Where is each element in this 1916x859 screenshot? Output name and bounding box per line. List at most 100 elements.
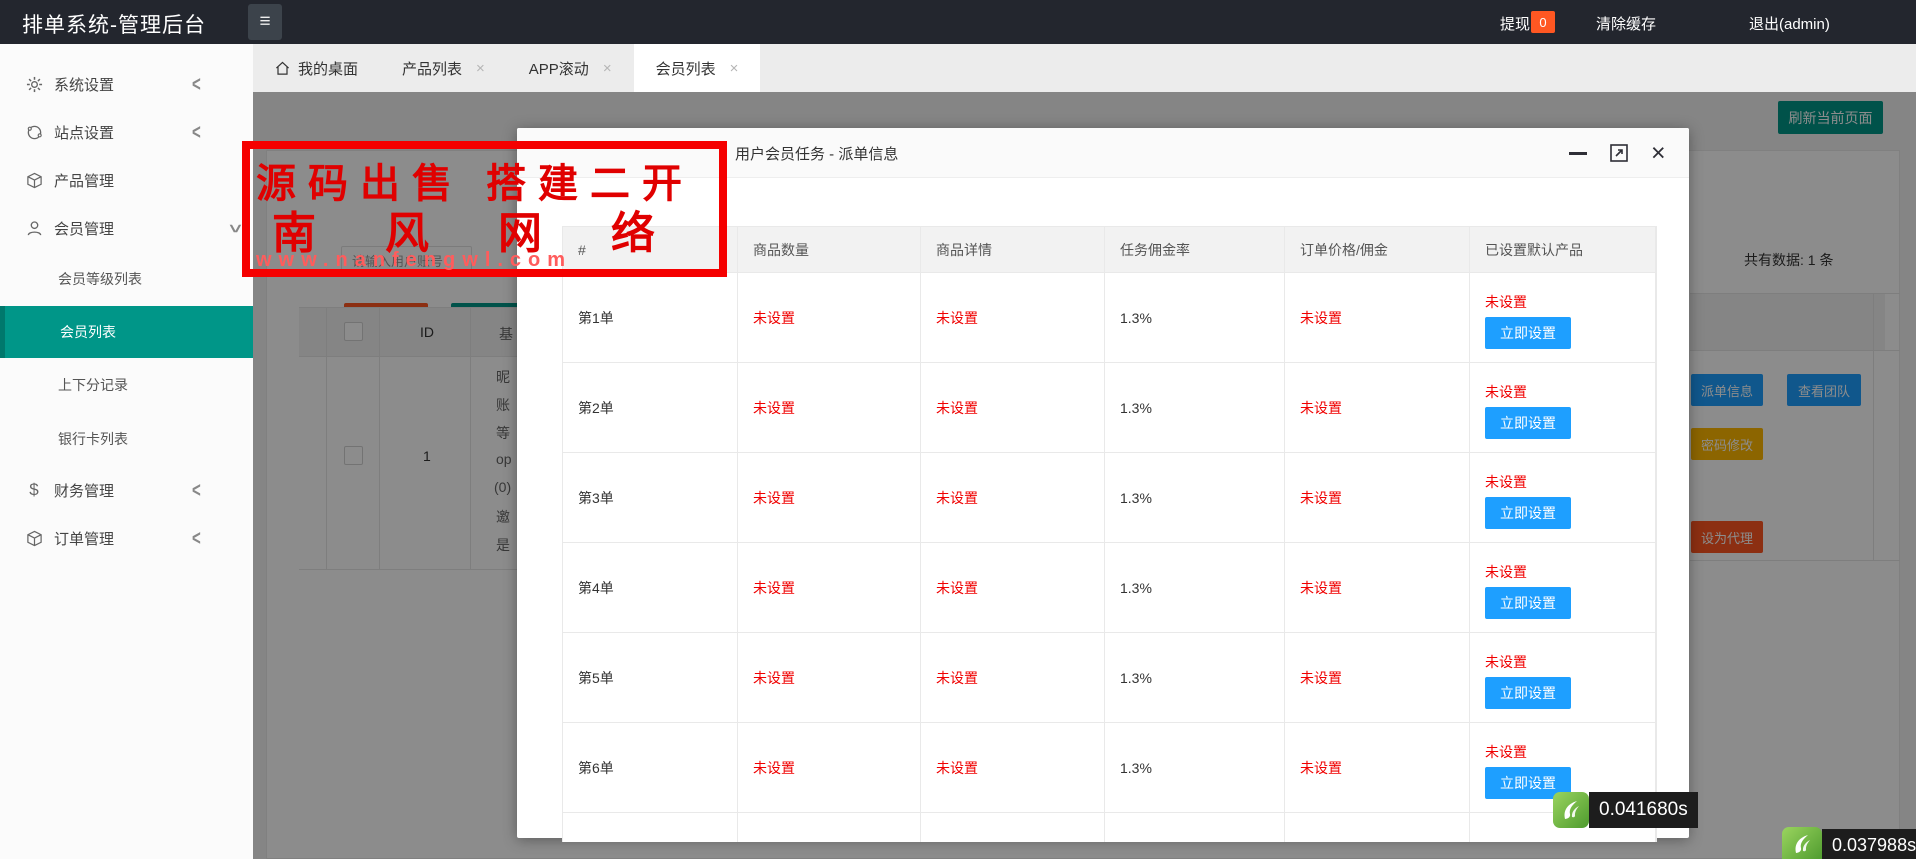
price-cell xyxy=(1285,813,1470,842)
thinkphp-leaf-icon xyxy=(1782,827,1822,859)
tab-desktop[interactable]: 我的桌面 xyxy=(253,44,380,92)
tab-label: 产品列表 xyxy=(402,58,462,79)
order-cell: 第1单 xyxy=(563,273,738,362)
rate-cell: 1.3% xyxy=(1105,723,1285,812)
user-icon xyxy=(24,220,44,237)
rate-cell: 1.3% xyxy=(1105,543,1285,632)
price-cell: 未设置 xyxy=(1285,273,1470,362)
set-now-button[interactable]: 立即设置 xyxy=(1485,407,1571,439)
sidebar-item-bank-card-list[interactable]: 银行卡列表 xyxy=(0,412,253,466)
sidebar-item-site-settings[interactable]: 站点设置 < xyxy=(0,108,253,156)
gear-icon xyxy=(24,76,44,93)
detail-cell: 未设置 xyxy=(921,453,1105,542)
tab-label: APP滚动 xyxy=(529,58,589,79)
sidebar-item-label: 系统设置 xyxy=(54,74,114,95)
default-product-cell: 未设置 立即设置 xyxy=(1470,273,1656,362)
minimize-icon[interactable] xyxy=(1569,152,1587,155)
qty-cell xyxy=(738,813,921,842)
qty-cell: 未设置 xyxy=(738,273,921,362)
tab-label: 会员列表 xyxy=(656,58,716,79)
default-product-cell: 未设置 立即设置 xyxy=(1470,453,1656,542)
site-icon xyxy=(24,124,44,141)
default-product-cell: 未设置 立即设置 xyxy=(1470,633,1656,722)
chevron-left-icon: < xyxy=(192,478,201,502)
task-row: 第2单 未设置 未设置 1.3% 未设置 未设置 立即设置 xyxy=(563,363,1656,453)
tab-product-list[interactable]: 产品列表 × xyxy=(380,44,507,92)
order-box-icon xyxy=(24,530,44,547)
withdraw-count-badge: 0 xyxy=(1531,11,1555,33)
default-product-cell: 未设置 立即设置 xyxy=(1470,543,1656,632)
task-dispatch-modal: 用户会员任务 - 派单信息 × # 商品数量 商品详情 任务佣金率 订单价格/佣… xyxy=(517,128,1689,838)
task-row: 第5单 未设置 未设置 1.3% 未设置 未设置 立即设置 xyxy=(563,633,1656,723)
sidebar-item-member-list[interactable]: 会员列表 xyxy=(0,306,253,358)
sidebar-item-label: 站点设置 xyxy=(54,122,114,143)
rate-cell: 1.3% xyxy=(1105,363,1285,452)
perf-badge: 0.041680s xyxy=(1553,792,1698,828)
order-cell: 第4单 xyxy=(563,543,738,632)
default-status: 未设置 xyxy=(1485,562,1527,582)
sidebar-item-label: 会员管理 xyxy=(54,218,114,239)
set-now-button[interactable]: 立即设置 xyxy=(1485,677,1571,709)
modal-window-controls: × xyxy=(1569,128,1666,178)
column-header: 商品详情 xyxy=(921,227,1105,272)
clear-cache-link[interactable]: 清除缓存 xyxy=(1596,13,1656,34)
hamburger-button[interactable]: ≡ xyxy=(248,4,282,40)
qty-cell: 未设置 xyxy=(738,633,921,722)
set-now-button[interactable]: 立即设置 xyxy=(1485,317,1571,349)
sidebar-item-label: 银行卡列表 xyxy=(58,429,128,449)
order-cell: 第2单 xyxy=(563,363,738,452)
sidebar-item-label: 财务管理 xyxy=(54,480,114,501)
logout-link[interactable]: 退出(admin) xyxy=(1749,13,1830,34)
qty-cell: 未设置 xyxy=(738,723,921,812)
tab-app-scroll[interactable]: APP滚动 × xyxy=(507,44,634,92)
detail-cell: 未设置 xyxy=(921,363,1105,452)
set-now-button[interactable]: 立即设置 xyxy=(1485,587,1571,619)
thinkphp-leaf-icon xyxy=(1553,792,1589,828)
task-row: 第6单 未设置 未设置 1.3% 未设置 未设置 立即设置 xyxy=(563,723,1656,813)
tab-close-icon[interactable]: × xyxy=(603,60,612,77)
sidebar-item-member-level-list[interactable]: 会员等级列表 xyxy=(0,252,253,306)
sidebar-item-product-management[interactable]: 产品管理 xyxy=(0,156,253,204)
task-row: 第3单 未设置 未设置 1.3% 未设置 未设置 立即设置 xyxy=(563,453,1656,543)
maximize-icon[interactable] xyxy=(1609,143,1629,163)
tab-close-icon[interactable]: × xyxy=(476,60,485,77)
runtime-badge: 0.037988s xyxy=(1822,829,1916,859)
sidebar-item-label: 订单管理 xyxy=(54,528,114,549)
sidebar-item-label: 产品管理 xyxy=(54,170,114,191)
price-cell: 未设置 xyxy=(1285,363,1470,452)
column-header: 订单价格/佣金 xyxy=(1285,227,1470,272)
sidebar-item-finance-management[interactable]: $ 财务管理 < xyxy=(0,466,253,514)
sidebar-item-order-management[interactable]: 订单管理 < xyxy=(0,514,253,562)
default-status: 未设置 xyxy=(1485,382,1527,402)
column-header: 任务佣金率 xyxy=(1105,227,1285,272)
close-icon[interactable]: × xyxy=(1651,141,1666,166)
sidebar: 系统设置 < 站点设置 < 产品管理 会员管理 < 会员等级列表 xyxy=(0,44,253,859)
rate-cell: 1.3% xyxy=(1105,453,1285,542)
default-status: 未设置 xyxy=(1485,472,1527,492)
sidebar-item-system-settings[interactable]: 系统设置 < xyxy=(0,60,253,108)
detail-cell: 未设置 xyxy=(921,723,1105,812)
withdraw-link[interactable]: 提现 xyxy=(1500,13,1530,34)
qty-cell: 未设置 xyxy=(738,363,921,452)
task-row: 第1单 未设置 未设置 1.3% 未设置 未设置 立即设置 xyxy=(563,273,1656,363)
rate-cell: 1.3% xyxy=(1105,633,1285,722)
qty-cell: 未设置 xyxy=(738,453,921,542)
order-cell xyxy=(563,813,738,842)
modal-header xyxy=(517,128,1689,178)
chevron-left-icon: < xyxy=(192,72,201,96)
sidebar-item-label: 会员列表 xyxy=(60,322,116,342)
order-cell: 第6单 xyxy=(563,723,738,812)
sidebar-item-points-records[interactable]: 上下分记录 xyxy=(0,358,253,412)
detail-cell: 未设置 xyxy=(921,633,1105,722)
top-bar: 排单系统-管理后台 ≡ 提现 0 清除缓存 退出(admin) xyxy=(0,0,1916,44)
chevron-down-icon: < xyxy=(224,224,248,233)
column-header: 商品数量 xyxy=(738,227,921,272)
tab-member-list[interactable]: 会员列表 × xyxy=(634,44,761,92)
task-row-partial xyxy=(563,813,1656,842)
sidebar-item-member-management[interactable]: 会员管理 < xyxy=(0,204,253,252)
rate-cell xyxy=(1105,813,1285,842)
tab-close-icon[interactable]: × xyxy=(730,60,739,77)
set-now-button[interactable]: 立即设置 xyxy=(1485,497,1571,529)
default-status: 未设置 xyxy=(1485,742,1527,762)
default-product-cell: 未设置 立即设置 xyxy=(1470,363,1656,452)
